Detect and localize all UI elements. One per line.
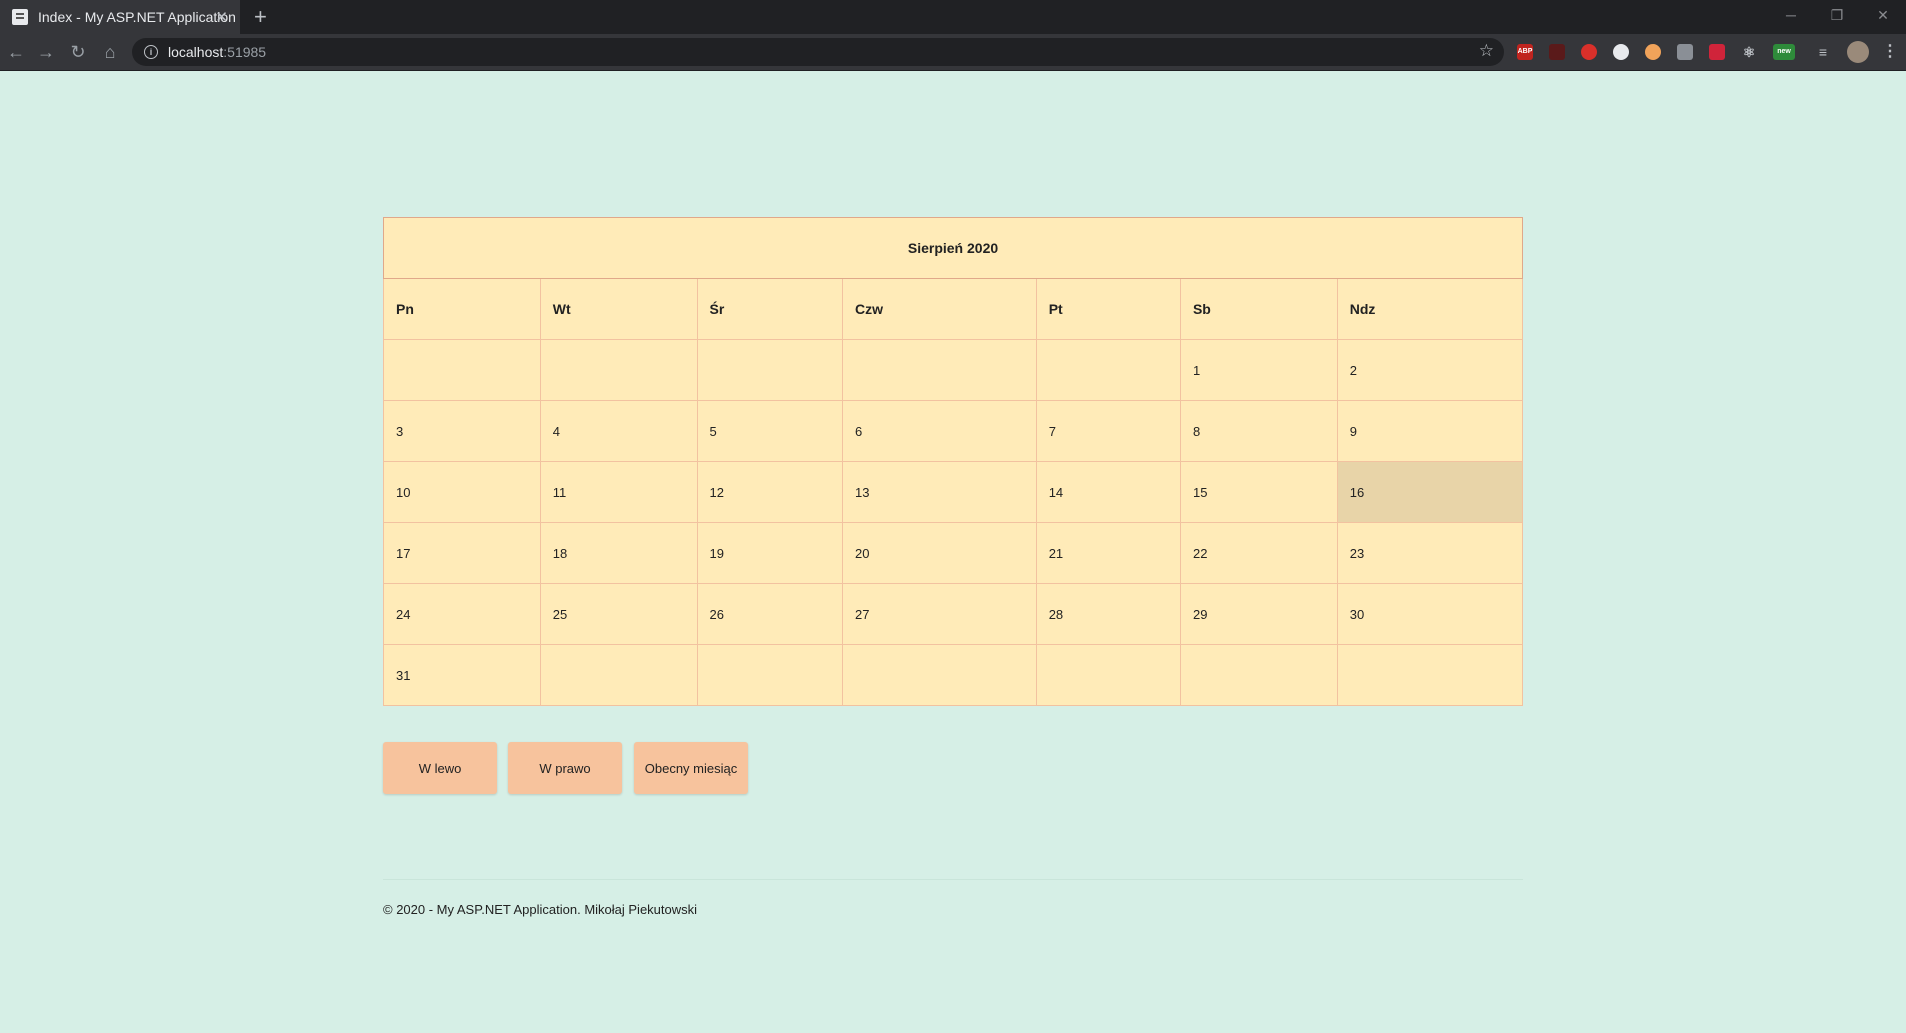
- close-tab-icon[interactable]: ✕: [215, 8, 228, 26]
- forward-arrow-icon[interactable]: →: [34, 40, 58, 64]
- week-row: 17 18 19 20 21 22 23: [383, 522, 1524, 584]
- day-cell[interactable]: [1336, 644, 1524, 706]
- weekday-header: Śr: [696, 278, 843, 340]
- day-cell[interactable]: 28: [1035, 583, 1181, 645]
- minimize-icon[interactable]: ─: [1768, 0, 1814, 30]
- day-cell[interactable]: 4: [539, 400, 698, 462]
- weekday-header: Ndz: [1336, 278, 1524, 340]
- day-cell[interactable]: 11: [539, 461, 698, 523]
- browser-tab[interactable]: Index - My ASP.NET Application ✕: [0, 0, 240, 34]
- week-row: 1 2: [383, 339, 1524, 401]
- day-cell[interactable]: 31: [383, 644, 541, 706]
- back-arrow-icon[interactable]: ←: [4, 40, 28, 64]
- week-row: 31: [383, 644, 1524, 706]
- stop-hand-extension-icon[interactable]: [1581, 44, 1597, 60]
- footer-text: © 2020 - My ASP.NET Application. Mikołaj…: [383, 902, 698, 917]
- tab-title: Index - My ASP.NET Application: [38, 9, 236, 25]
- url-host: localhost: [168, 44, 224, 60]
- browser-tabstrip: Index - My ASP.NET Application ✕ + ─ ❐ ✕: [0, 0, 1906, 34]
- url-text: localhost:51985: [168, 44, 266, 60]
- day-cell[interactable]: 13: [841, 461, 1037, 523]
- new-extension-icon[interactable]: new: [1773, 44, 1795, 60]
- week-row: 10 11 12 13 14 15 16: [383, 461, 1524, 523]
- footer-divider: [383, 879, 1523, 880]
- weekday-header-row: Pn Wt Śr Czw Pt Sb Ndz: [383, 278, 1524, 340]
- day-cell[interactable]: [539, 644, 698, 706]
- day-cell[interactable]: 20: [841, 522, 1037, 584]
- weekday-header: Pt: [1035, 278, 1181, 340]
- weekday-header: Czw: [841, 278, 1037, 340]
- gray-extension-icon[interactable]: [1677, 44, 1693, 60]
- day-cell[interactable]: [841, 339, 1037, 401]
- new-tab-icon[interactable]: +: [254, 4, 267, 30]
- day-cell[interactable]: 21: [1035, 522, 1181, 584]
- day-cell[interactable]: 22: [1179, 522, 1338, 584]
- day-cell[interactable]: 6: [841, 400, 1037, 462]
- home-icon[interactable]: ⌂: [98, 40, 122, 64]
- next-month-button[interactable]: W prawo: [508, 742, 622, 794]
- day-cell[interactable]: 15: [1179, 461, 1338, 523]
- media-list-icon[interactable]: ≡: [1815, 44, 1831, 60]
- page-favicon-icon: [12, 9, 28, 25]
- calendar-table: Sierpień 2020 Pn Wt Śr Czw Pt Sb Ndz 1 2…: [383, 217, 1524, 706]
- day-cell[interactable]: 30: [1336, 583, 1524, 645]
- day-cell[interactable]: 5: [696, 400, 843, 462]
- profile-avatar[interactable]: [1847, 41, 1869, 63]
- current-month-button[interactable]: Obecny miesiąc: [634, 742, 748, 794]
- day-cell[interactable]: [841, 644, 1037, 706]
- day-cell[interactable]: 14: [1035, 461, 1181, 523]
- day-cell[interactable]: 17: [383, 522, 541, 584]
- close-window-icon[interactable]: ✕: [1860, 0, 1906, 30]
- day-cell[interactable]: 12: [696, 461, 843, 523]
- window-controls: ─ ❐ ✕: [1768, 0, 1906, 30]
- day-cell[interactable]: 1: [1179, 339, 1338, 401]
- weekday-header: Sb: [1179, 278, 1338, 340]
- orange-extension-icon[interactable]: [1645, 44, 1661, 60]
- day-cell[interactable]: [383, 339, 541, 401]
- day-cell[interactable]: 25: [539, 583, 698, 645]
- day-cell[interactable]: 3: [383, 400, 541, 462]
- reload-icon[interactable]: ↻: [66, 40, 90, 64]
- previous-month-button[interactable]: W lewo: [383, 742, 497, 794]
- day-cell[interactable]: [1035, 644, 1181, 706]
- weekday-header: Pn: [383, 278, 541, 340]
- calendar-title: Sierpień 2020: [383, 217, 1523, 279]
- menu-icon[interactable]: ⋮: [1882, 44, 1898, 60]
- address-bar[interactable]: i localhost:51985 ☆: [132, 38, 1504, 66]
- day-cell[interactable]: [696, 339, 843, 401]
- day-cell[interactable]: [1179, 644, 1338, 706]
- day-cell[interactable]: 27: [841, 583, 1037, 645]
- weekday-header: Wt: [539, 278, 698, 340]
- adblock-extension-icon[interactable]: ABP: [1517, 44, 1533, 60]
- url-port: :51985: [223, 44, 267, 60]
- day-cell[interactable]: [696, 644, 843, 706]
- day-cell[interactable]: 7: [1035, 400, 1181, 462]
- bookmark-star-icon[interactable]: ☆: [1479, 41, 1494, 61]
- day-cell[interactable]: 24: [383, 583, 541, 645]
- day-cell[interactable]: [1035, 339, 1181, 401]
- day-cell[interactable]: [539, 339, 698, 401]
- day-cell[interactable]: 10: [383, 461, 541, 523]
- browser-toolbar: ← → ↻ ⌂ i localhost:51985 ☆ ABP ⚛ new ≡ …: [0, 34, 1906, 71]
- circle-extension-icon[interactable]: [1613, 44, 1629, 60]
- day-cell[interactable]: 26: [696, 583, 843, 645]
- day-cell[interactable]: 18: [539, 522, 698, 584]
- red-extension-icon[interactable]: [1709, 44, 1725, 60]
- pdf-extension-icon[interactable]: [1549, 44, 1565, 60]
- day-cell[interactable]: 29: [1179, 583, 1338, 645]
- day-cell-today[interactable]: 16: [1336, 461, 1524, 523]
- info-icon[interactable]: i: [144, 45, 158, 59]
- week-row: 24 25 26 27 28 29 30: [383, 583, 1524, 645]
- day-cell[interactable]: 2: [1336, 339, 1524, 401]
- day-cell[interactable]: 8: [1179, 400, 1338, 462]
- calendar-title-row: Sierpień 2020: [383, 217, 1523, 279]
- react-extension-icon[interactable]: ⚛: [1741, 44, 1757, 60]
- restore-icon[interactable]: ❐: [1814, 0, 1860, 30]
- week-row: 3 4 5 6 7 8 9: [383, 400, 1524, 462]
- day-cell[interactable]: 23: [1336, 522, 1524, 584]
- day-cell[interactable]: 19: [696, 522, 843, 584]
- day-cell[interactable]: 9: [1336, 400, 1524, 462]
